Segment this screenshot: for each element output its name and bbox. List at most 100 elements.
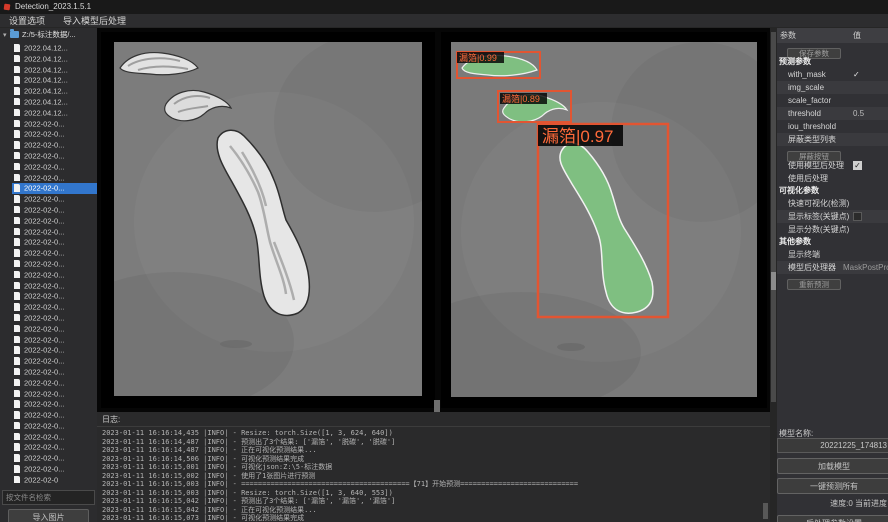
file-name: 2022-02-0... <box>24 346 64 355</box>
panel-divider-handle[interactable] <box>434 400 440 412</box>
file-tree-item[interactable]: 2022-02-0... <box>0 216 97 227</box>
expand-arrow-icon[interactable]: ▾ <box>3 29 10 42</box>
file-tree-item[interactable]: 2022.04.12... <box>0 97 97 108</box>
file-tree-item[interactable]: 2022-02-0... <box>0 313 97 324</box>
model-name-field[interactable]: 20221225_174813 <box>777 438 888 453</box>
param-row[interactable]: 使用后处理 <box>777 172 888 185</box>
file-name: 2022.04.12... <box>24 108 68 117</box>
file-icon <box>14 400 20 408</box>
file-tree-item[interactable]: 2022-02-0... <box>0 291 97 302</box>
file-tree-item[interactable]: 2022-02-0... <box>0 259 97 270</box>
file-tree-item[interactable]: 2022.04.12... <box>0 65 97 76</box>
file-icon <box>14 98 20 106</box>
param-row[interactable]: scale_factor <box>777 94 888 107</box>
tree-root-folder[interactable]: ▾ Z:/5-标注数据/... <box>0 28 97 41</box>
file-tree-item[interactable]: 2022-02-0... <box>0 151 97 162</box>
param-button-row: 屏蔽按钮 <box>777 146 888 159</box>
file-tree-item[interactable]: 2022-02-0... <box>12 183 97 194</box>
param-row[interactable]: 快速可视化(检测) <box>777 197 888 210</box>
file-tree-item[interactable]: 2022-02-0... <box>0 389 97 400</box>
log-scrollbar[interactable] <box>763 503 768 519</box>
file-tree-item[interactable]: 2022-02-0... <box>0 432 97 443</box>
progress-text: 速度:0 当前进度 <box>777 498 887 509</box>
file-tree-item[interactable]: 2022-02-0 <box>0 475 97 486</box>
file-tree-item[interactable]: 2022-02-0... <box>0 378 97 389</box>
file-tree-item[interactable]: 2022.04.12... <box>0 108 97 119</box>
param-row[interactable]: iou_threshold <box>777 120 888 133</box>
file-tree-item[interactable]: 2022-02-0... <box>0 399 97 410</box>
param-row[interactable]: 显示标签(关键点) <box>777 210 888 223</box>
param-row[interactable]: 使用模型后处理 ✓ <box>777 159 888 172</box>
tree-root-label: Z:/5-标注数据/... <box>22 30 76 39</box>
checkbox[interactable] <box>853 212 862 221</box>
param-row[interactable]: 显示终端 <box>777 248 888 261</box>
file-tree-item[interactable]: 2022-02-0... <box>0 302 97 313</box>
file-tree-item[interactable]: 2022-02-0... <box>0 335 97 346</box>
search-input[interactable] <box>2 490 95 505</box>
file-icon <box>14 174 20 182</box>
scrollbar-thumb[interactable] <box>771 272 776 290</box>
file-name: 2022.04.12... <box>24 87 68 96</box>
file-tree-item[interactable]: 2022.04.12... <box>0 54 97 65</box>
param-name: 显示标签(关键点) <box>788 212 849 221</box>
param-name: 使用模型后处理 <box>788 161 844 170</box>
param-row[interactable]: img_scale <box>777 81 888 94</box>
file-tree-item[interactable]: 2022-02-0... <box>0 345 97 356</box>
file-tree-item[interactable]: 2022-02-0... <box>0 162 97 173</box>
param-name: with_mask <box>788 70 826 79</box>
file-tree-item[interactable]: 2022-02-0... <box>0 324 97 335</box>
file-tree-item[interactable]: 2022.04.12... <box>0 75 97 86</box>
param-row[interactable]: threshold0.5 <box>777 107 888 120</box>
file-name: 2022-02-0... <box>24 411 64 420</box>
menu-item-0[interactable]: 设置选项 <box>0 14 54 28</box>
file-tree-item[interactable]: 2022-02-0... <box>0 227 97 238</box>
file-tree-item[interactable]: 2022-02-0... <box>0 464 97 475</box>
file-name: 2022-02-0... <box>24 443 64 452</box>
file-tree-item[interactable]: 2022-02-0... <box>0 119 97 130</box>
file-tree-item[interactable]: 2022-02-0... <box>0 367 97 378</box>
file-name: 2022-02-0... <box>24 270 64 279</box>
file-tree-item[interactable]: 2022-02-0... <box>0 205 97 216</box>
file-tree-item[interactable]: 2022-02-0... <box>0 248 97 259</box>
param-row[interactable]: 模型后处理器MaskPostPro <box>777 261 888 274</box>
file-tree-item[interactable]: 2022-02-0... <box>0 442 97 453</box>
param-row[interactable]: 屏蔽类型列表 <box>777 133 888 146</box>
log-line: 2023-01-11 16:16:15,073 |INFO| - 可视化预测结果… <box>102 514 760 522</box>
file-tree-item[interactable]: 2022-02-0... <box>0 237 97 248</box>
file-tree-item[interactable]: 2022-02-0... <box>0 281 97 292</box>
file-tree-item[interactable]: 2022.04.12... <box>0 43 97 54</box>
param-row[interactable]: 显示分数(关键点) <box>777 223 888 236</box>
file-icon <box>14 249 20 257</box>
param-name: scale_factor <box>788 96 831 105</box>
param-name: 屏蔽类型列表 <box>788 135 836 144</box>
file-tree-item[interactable]: 2022-02-0... <box>0 356 97 367</box>
file-tree-item[interactable]: 2022-02-0... <box>0 140 97 151</box>
log-lines: 2023-01-11 16:16:14,435 |INFO| - Resize:… <box>102 429 760 522</box>
file-tree-item[interactable]: 2022.04.12... <box>0 86 97 97</box>
file-name: 2022-02-0... <box>24 324 64 333</box>
file-name: 2022-02-0... <box>24 303 64 312</box>
checkbox[interactable]: ✓ <box>853 161 862 170</box>
params-scrollbar[interactable] <box>770 28 777 522</box>
file-name: 2022-02-0... <box>24 259 64 268</box>
load-model-button[interactable]: 加载模型 <box>777 458 888 474</box>
file-tree-item[interactable]: 2022-02-0... <box>0 421 97 432</box>
file-tree-item[interactable]: 2022-02-0... <box>0 129 97 140</box>
import-images-button[interactable]: 导入图片 <box>8 509 89 522</box>
predict-all-button[interactable]: 一键预测所有 <box>777 478 888 494</box>
param-action-button[interactable]: 重新预测 <box>787 279 841 290</box>
file-name: 2022-02-0... <box>24 367 64 376</box>
param-row[interactable]: with_mask✓ <box>777 68 888 81</box>
file-tree-item[interactable]: 2022-02-0... <box>0 410 97 421</box>
file-tree-item[interactable]: 2022-02-0... <box>0 453 97 464</box>
menu-item-1[interactable]: 导入模型后处理 <box>54 14 135 28</box>
file-icon <box>14 357 20 365</box>
postprocess-settings-button[interactable]: 后处理参数设置 <box>777 515 888 522</box>
file-tree-item[interactable]: 2022-02-0... <box>0 270 97 281</box>
file-icon <box>14 465 20 473</box>
file-name: 2022-02-0... <box>24 151 64 160</box>
file-tree-item[interactable]: 2022-02-0... <box>0 173 97 184</box>
log-line: 2023-01-11 16:16:15,042 |INFO| - 正在可视化预测… <box>102 506 760 515</box>
file-tree-item[interactable]: 2022-02-0... <box>0 194 97 205</box>
log-line: 2023-01-11 16:16:14,487 |INFO| - 正在可视化预测… <box>102 446 760 455</box>
